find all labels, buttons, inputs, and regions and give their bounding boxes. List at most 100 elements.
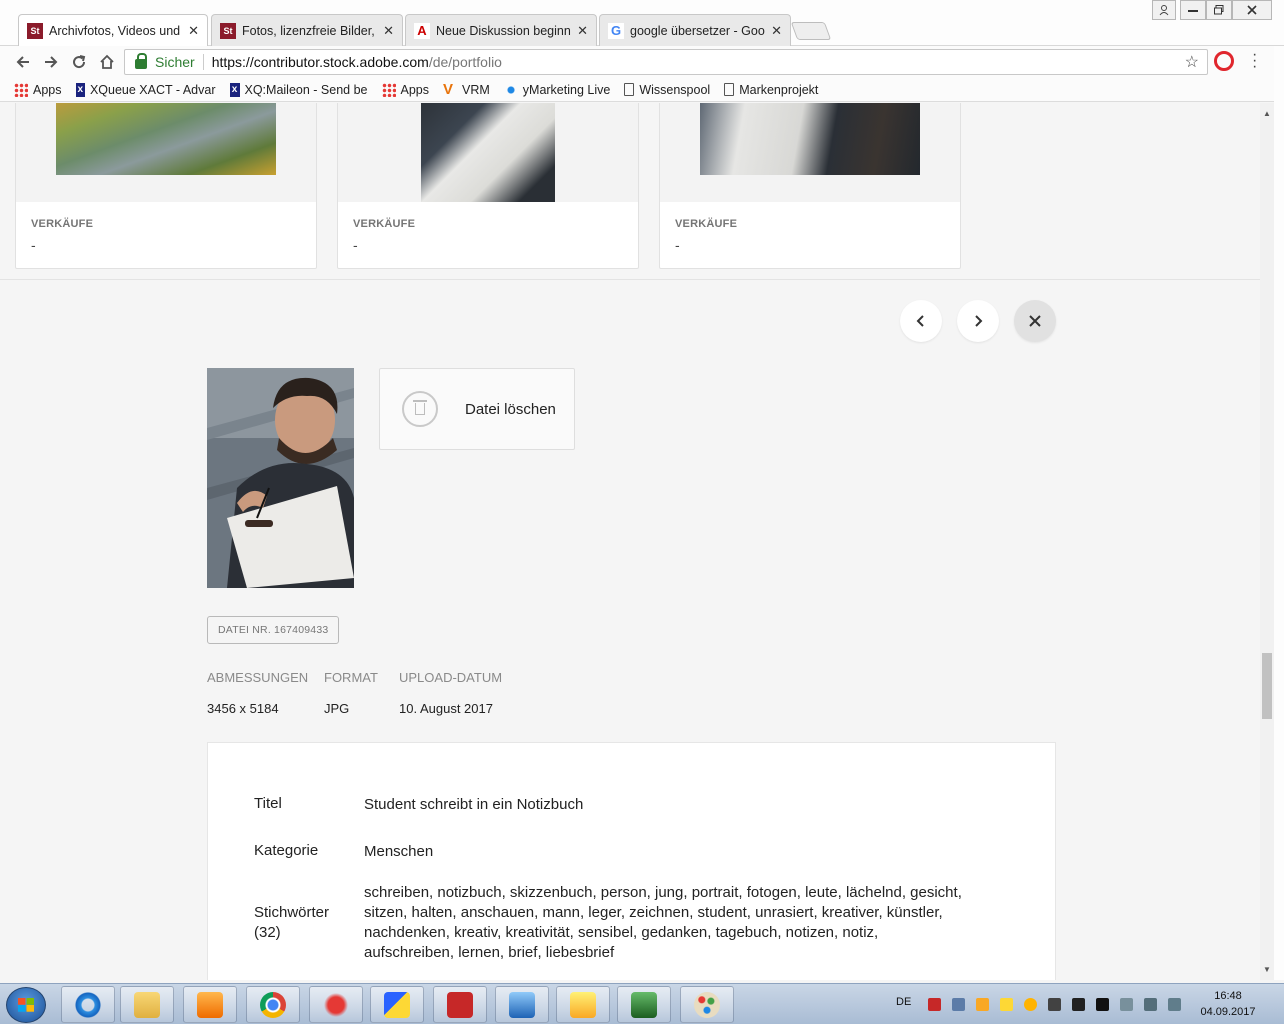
minimize-icon	[1188, 10, 1198, 12]
tab-google-uebersetzer[interactable]: G google übersetzer - Goo ✕	[599, 14, 791, 46]
taskbar-internet-explorer[interactable]	[61, 986, 115, 1023]
tab-close-icon[interactable]: ✕	[188, 23, 199, 39]
new-tab-button[interactable]	[790, 22, 832, 40]
address-bar[interactable]: Sicher https://contributor.stock.adobe.c…	[124, 49, 1208, 75]
windows-start-button[interactable]	[6, 987, 46, 1023]
bookmark-ymarketing[interactable]: yMarketing Live	[503, 82, 611, 97]
bookmark-markenprojekt[interactable]: Markenprojekt	[724, 83, 818, 97]
adobe-acrobat-favicon-icon: A	[414, 22, 430, 39]
bookmark-xq-maileon[interactable]: x XQ:Maileon - Send be	[229, 82, 368, 97]
taskbar-excel[interactable]	[617, 986, 671, 1023]
phone-app-icon	[509, 991, 535, 1018]
portfolio-card[interactable]: VERKÄUFE -	[15, 103, 317, 269]
page-scrollbar[interactable]: ▲ ▼	[1260, 103, 1274, 980]
taskbar-media-player[interactable]	[183, 986, 237, 1023]
tray-network-icon[interactable]	[1144, 998, 1157, 1011]
bookmark-label: Wissenspool	[639, 82, 711, 97]
thumbnail-landscape	[56, 103, 276, 175]
taskbar-folder-app[interactable]	[370, 986, 424, 1023]
close-detail-button[interactable]	[1014, 300, 1056, 342]
page-content: VERKÄUFE - VERKÄUFE - VERKÄUFE - Datei l…	[0, 103, 1260, 980]
home-button[interactable]	[96, 51, 118, 73]
sales-label: VERKÄUFE	[31, 218, 94, 230]
format-label: FORMAT	[324, 670, 378, 685]
bookmark-apps-2[interactable]: Apps	[381, 82, 429, 97]
keywords-label: Stichwörter (32)	[254, 904, 330, 941]
portfolio-card[interactable]: VERKÄUFE -	[659, 103, 961, 269]
tray-mail-icon[interactable]	[1000, 998, 1013, 1011]
title-value[interactable]: Student schreibt in ein Notizbuch	[364, 795, 583, 815]
taskbar-outlook[interactable]	[556, 986, 610, 1023]
tray-folder-icon[interactable]	[976, 998, 989, 1011]
tab-close-icon[interactable]: ✕	[771, 23, 782, 39]
back-button[interactable]	[12, 51, 34, 73]
taskbar-chrome[interactable]	[246, 986, 300, 1023]
mail-icon	[570, 991, 596, 1018]
category-label: Kategorie	[254, 842, 319, 859]
bookmark-wissenspool[interactable]: Wissenspool	[624, 83, 710, 97]
close-window-button[interactable]	[1232, 0, 1272, 20]
sales-label: VERKÄUFE	[353, 218, 416, 230]
scroll-up-arrow-icon[interactable]: ▲	[1260, 109, 1274, 118]
close-icon	[1029, 315, 1041, 327]
mcafee-icon[interactable]	[928, 998, 941, 1011]
taskbar-file-explorer[interactable]	[120, 986, 174, 1023]
tray-tools-icon[interactable]	[1048, 998, 1061, 1011]
bookmark-xqueue-xact[interactable]: x XQueue XACT - Advar	[75, 82, 216, 97]
format-value: JPG	[324, 701, 350, 716]
tab-adobe-stock-archive[interactable]: St Archivfotos, Videos und V ✕	[18, 14, 208, 46]
tab-neue-diskussion[interactable]: A Neue Diskussion beginne ✕	[405, 14, 597, 46]
bookmark-star-icon[interactable]: ☆	[1185, 52, 1199, 72]
portfolio-card[interactable]: VERKÄUFE -	[337, 103, 639, 269]
previous-button[interactable]	[900, 300, 942, 342]
bookmark-apps[interactable]: Apps	[14, 82, 62, 97]
tray-wifi-icon[interactable]	[1120, 998, 1133, 1011]
google-favicon-icon: G	[608, 22, 624, 39]
tray-network-app-icon[interactable]	[1072, 998, 1085, 1011]
thumbnail-student-writing	[421, 103, 555, 202]
bookmark-vrm[interactable]: V VRM	[443, 82, 490, 97]
system-clock[interactable]: 16:48 04.09.2017	[1196, 988, 1260, 1020]
next-button[interactable]	[957, 300, 999, 342]
minimize-button[interactable]	[1180, 0, 1206, 20]
tab-fotos-lizenzfreie-bilder[interactable]: St Fotos, lizenzfreie Bilder, G ✕	[211, 14, 403, 46]
xqueue-icon: x	[229, 82, 240, 97]
taskbar-acrobat[interactable]	[433, 986, 487, 1023]
dimensions-value: 3456 x 5184	[207, 701, 279, 716]
sales-value: -	[675, 237, 680, 253]
windows-taskbar: DE 16:48 04.09.2017	[0, 983, 1284, 1024]
scroll-down-arrow-icon[interactable]: ▼	[1260, 965, 1274, 974]
forward-button[interactable]	[40, 51, 62, 73]
volume-icon[interactable]	[1168, 998, 1181, 1011]
browser-menu-icon[interactable]: · · ·	[1252, 47, 1258, 75]
tab-label: Archivfotos, Videos und V	[49, 23, 183, 38]
document-icon	[724, 83, 735, 96]
url-path: /de/portfolio	[428, 54, 502, 70]
opera-extension-icon[interactable]	[1214, 51, 1234, 71]
tray-app-icon[interactable]	[952, 998, 965, 1011]
sales-label: VERKÄUFE	[675, 218, 738, 230]
tab-close-icon[interactable]: ✕	[383, 23, 394, 39]
secure-label: Sicher	[155, 54, 195, 70]
scrollbar-thumb[interactable]	[1262, 653, 1272, 719]
taskbar-paint[interactable]	[680, 986, 734, 1023]
profile-button[interactable]	[1152, 0, 1176, 20]
tab-close-icon[interactable]: ✕	[577, 23, 588, 39]
tray-check-icon[interactable]	[1024, 998, 1037, 1011]
window-edge	[1274, 46, 1284, 980]
taskbar-red-app[interactable]	[309, 986, 363, 1023]
restore-button[interactable]	[1206, 0, 1232, 20]
taskbar-phone-app[interactable]	[495, 986, 549, 1023]
category-value[interactable]: Menschen	[364, 842, 433, 862]
tray-media-icon[interactable]	[1096, 998, 1109, 1011]
keywords-value[interactable]: schreiben, notizbuch, skizzenbuch, perso…	[364, 883, 964, 963]
language-indicator[interactable]: DE	[896, 996, 911, 1008]
selected-image-preview	[207, 368, 354, 588]
red-splash-app-icon	[323, 991, 349, 1018]
delete-file-button[interactable]: Datei löschen	[379, 368, 575, 450]
reload-button[interactable]	[68, 51, 90, 73]
bookmark-label: yMarketing Live	[522, 82, 611, 97]
browser-tab-strip: St Archivfotos, Videos und V ✕ St Fotos,…	[0, 0, 1284, 46]
acrobat-icon	[447, 991, 473, 1018]
arrow-right-icon	[45, 56, 58, 68]
